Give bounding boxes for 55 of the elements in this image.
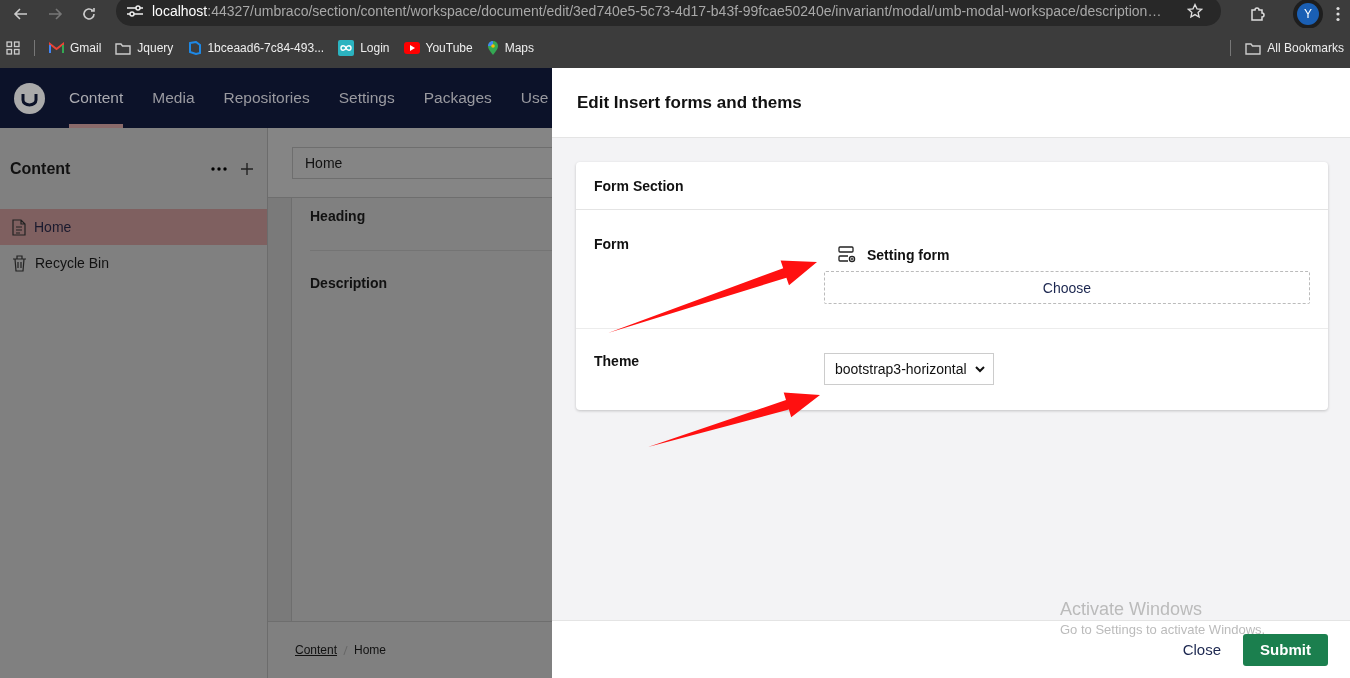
cube-icon bbox=[187, 41, 202, 55]
form-icon bbox=[838, 246, 856, 263]
bookmark[interactable]: Maps bbox=[486, 40, 534, 56]
submit-button[interactable]: Submit bbox=[1243, 633, 1328, 666]
bookmark[interactable]: Jquery bbox=[115, 41, 174, 55]
bookmark[interactable]: 1bceaad6-7c84-493... bbox=[187, 41, 325, 55]
apps-grid-icon[interactable] bbox=[6, 41, 20, 55]
field-label: Form bbox=[594, 236, 629, 252]
back-icon[interactable] bbox=[13, 6, 29, 22]
document-icon bbox=[12, 218, 26, 236]
forward-icon[interactable] bbox=[47, 6, 63, 22]
activation-notice-title: Activate Windows bbox=[1060, 599, 1204, 620]
name-field[interactable]: Home bbox=[292, 146, 552, 179]
section-tab[interactable]: Use bbox=[520, 68, 549, 128]
section-tab[interactable]: Content bbox=[69, 68, 124, 128]
breadcrumb-link[interactable]: Content bbox=[295, 643, 338, 657]
menu-icon[interactable] bbox=[1335, 6, 1341, 22]
star-icon[interactable] bbox=[1187, 3, 1203, 19]
section-tab[interactable]: Media bbox=[152, 68, 195, 128]
extensions-icon[interactable] bbox=[1249, 5, 1267, 23]
url-text[interactable]: localhost:44327/umbraco/section/content/workspace/document/edit/3ed740e5-5c73-4d17-b43f-99fcae50240e/invariant/modal/umb-modal-workspace/description… bbox=[152, 3, 1179, 19]
close-button[interactable]: Close bbox=[1182, 641, 1221, 658]
bookmark[interactable]: Login bbox=[338, 40, 390, 56]
section-title: Form Section bbox=[594, 177, 684, 194]
modal-title: Edit Insert forms and thems bbox=[577, 92, 802, 113]
picked-form-name[interactable]: Setting form bbox=[867, 246, 950, 263]
infinity-icon bbox=[338, 40, 355, 56]
breadcrumb-item: Home bbox=[354, 643, 387, 657]
section-tab[interactable]: Settings bbox=[338, 68, 395, 128]
field-label: Theme bbox=[594, 353, 640, 369]
section-tab[interactable]: Repositories bbox=[223, 68, 310, 128]
plus-icon[interactable] bbox=[241, 162, 253, 175]
mail-icon bbox=[49, 42, 64, 54]
theme-select[interactable]: bootstrap3-horizontal bbox=[824, 353, 994, 385]
folder-icon bbox=[1245, 41, 1262, 55]
reload-icon[interactable] bbox=[81, 6, 97, 22]
map-pin-icon bbox=[486, 40, 499, 56]
address-bar[interactable]: localhost:44327/umbraco/section/content/workspace/document/edit/3ed740e5-5c73-4d17-b43f-99fcae50240e/invariant/modal/umb-modal-workspace/description… bbox=[116, 0, 1221, 26]
section-tab[interactable]: Packages bbox=[423, 68, 492, 128]
play-icon bbox=[403, 42, 420, 54]
folder-icon bbox=[115, 41, 132, 55]
logo-icon[interactable] bbox=[14, 82, 45, 114]
property-label: Description bbox=[310, 275, 387, 291]
bookmark[interactable]: Gmail bbox=[49, 41, 102, 55]
choose-button[interactable]: Choose bbox=[824, 271, 1310, 304]
sidebar-title: Content bbox=[10, 159, 72, 178]
more-icon[interactable] bbox=[211, 166, 227, 171]
chevron-down-icon bbox=[974, 365, 985, 373]
bookmark[interactable]: YouTube bbox=[403, 41, 473, 55]
profile-avatar[interactable]: Y bbox=[1297, 3, 1319, 25]
trash-icon bbox=[12, 254, 27, 272]
site-settings-icon[interactable] bbox=[126, 4, 144, 18]
tree-item[interactable]: Recycle Bin bbox=[0, 245, 267, 281]
property-label: Heading bbox=[310, 208, 366, 224]
all-bookmarks-button[interactable]: All Bookmarks bbox=[1245, 41, 1344, 55]
